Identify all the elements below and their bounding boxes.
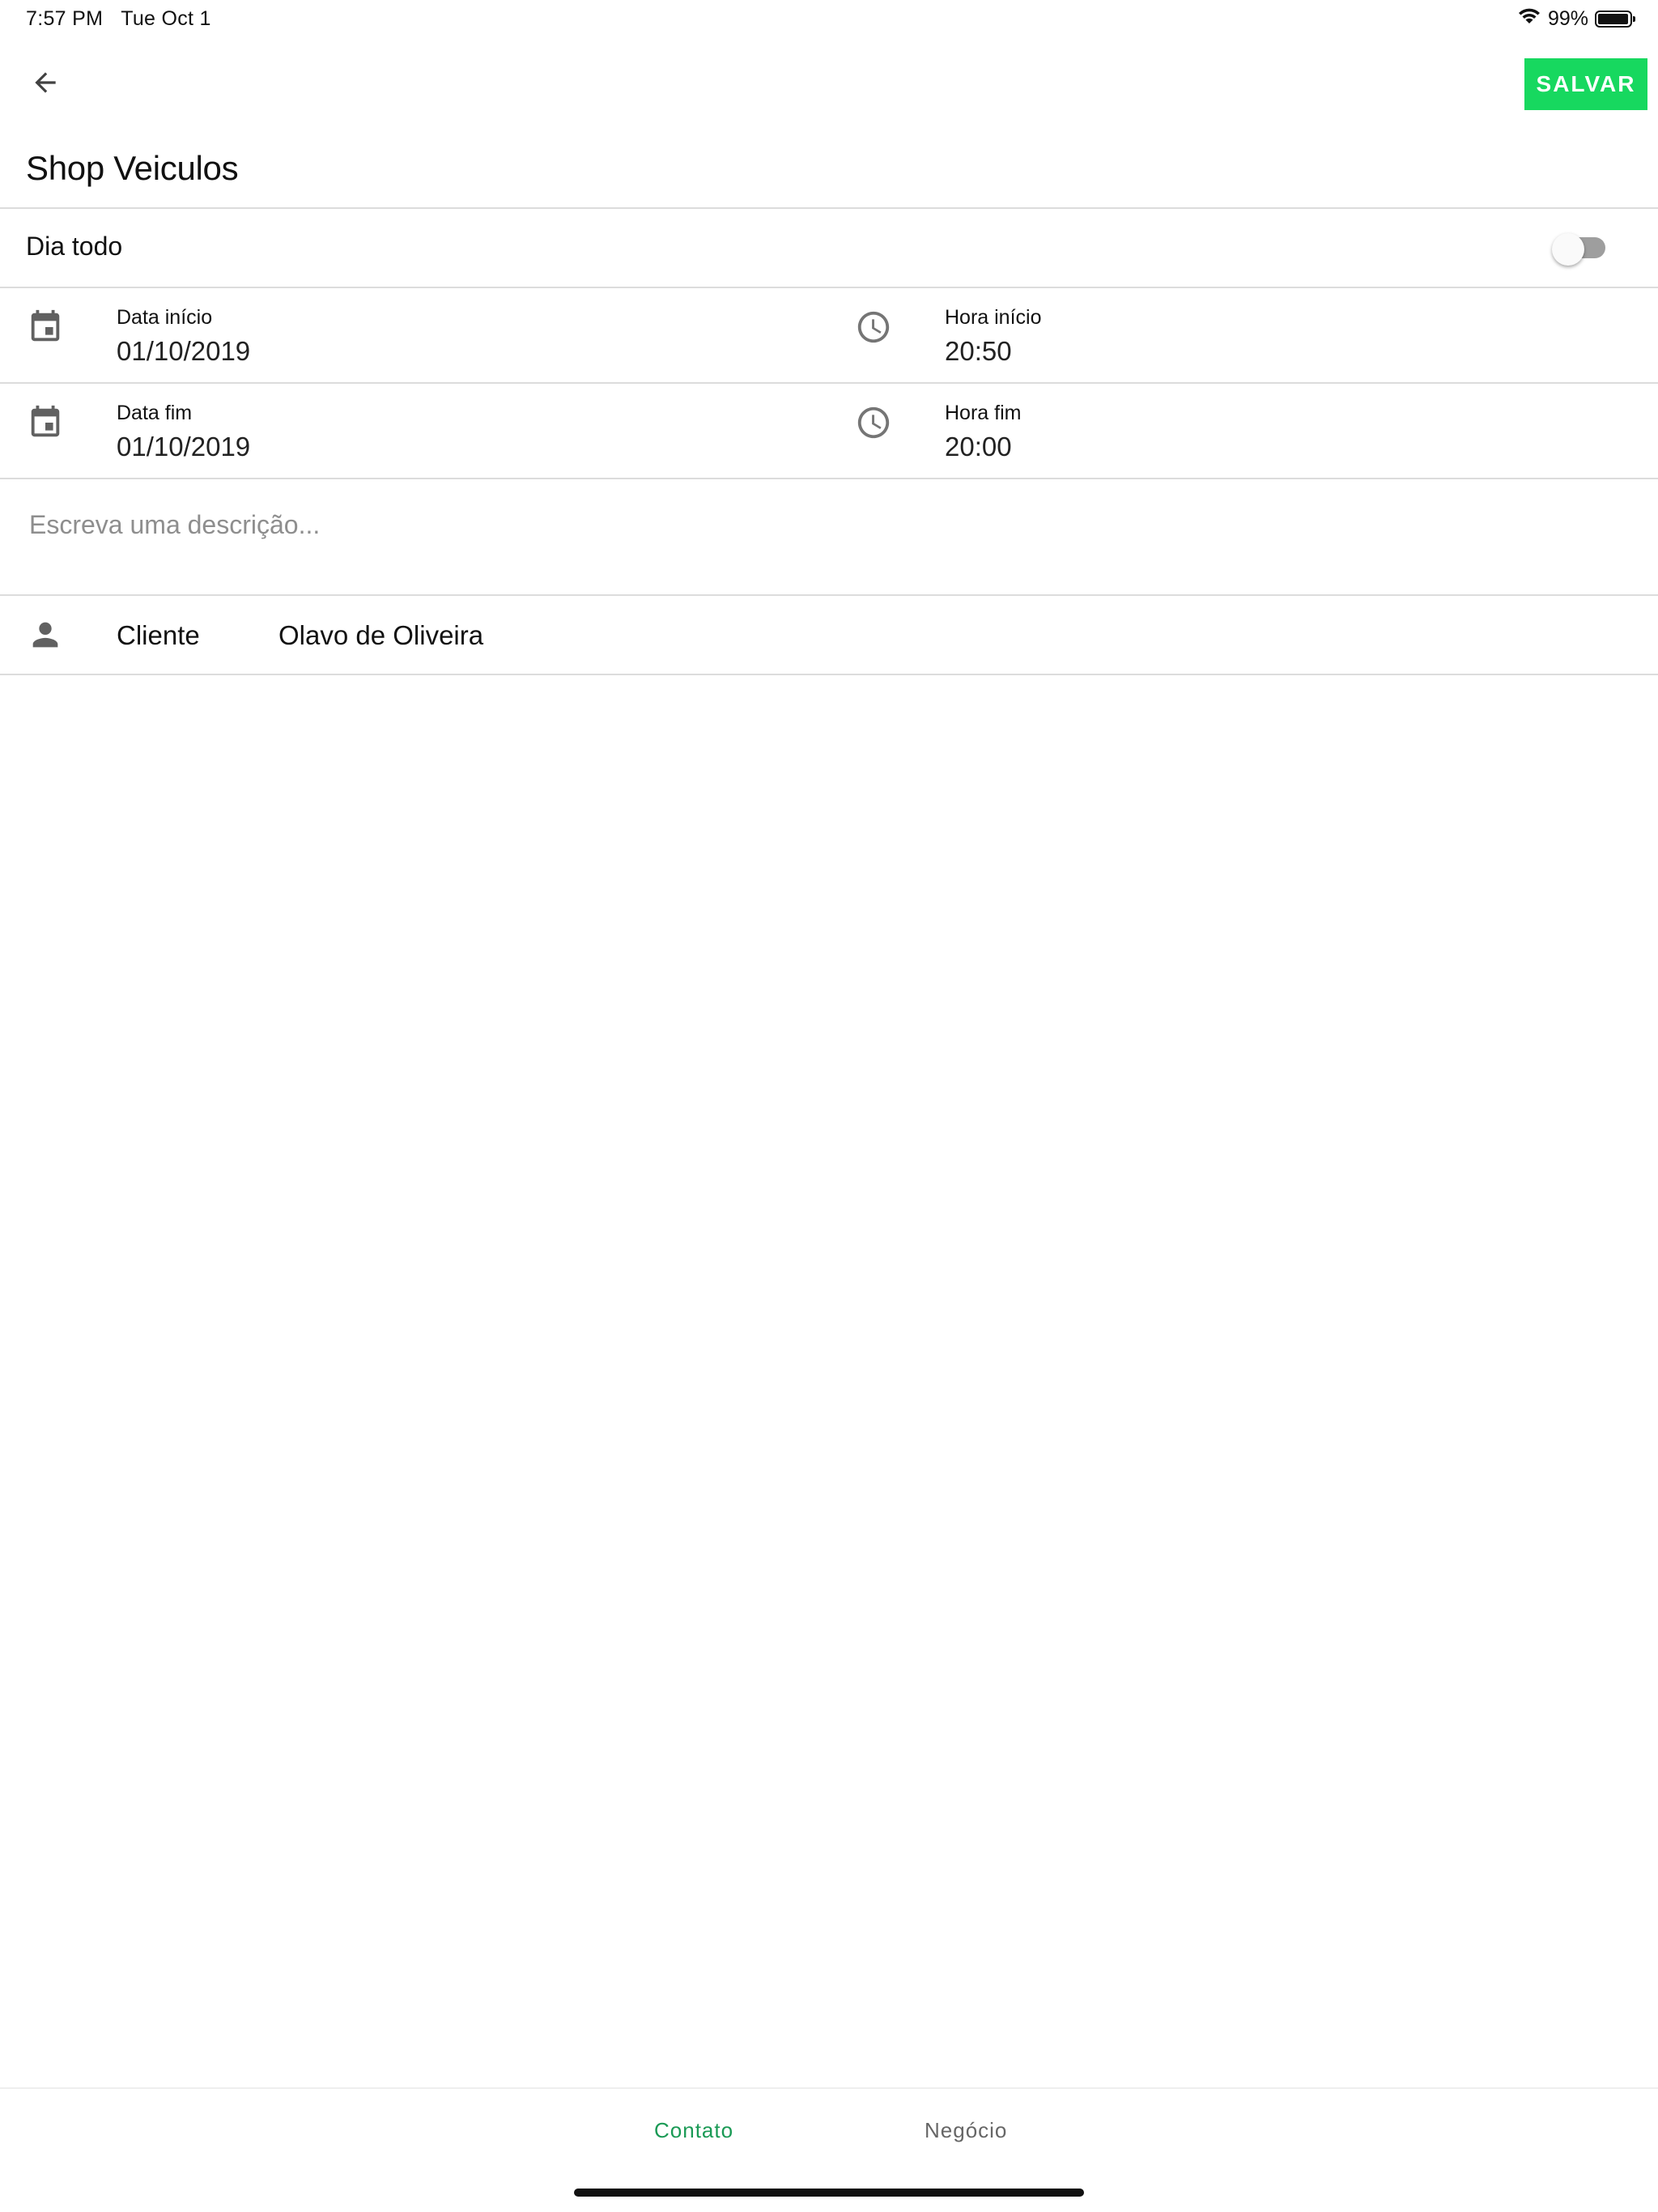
divider <box>0 674 1658 675</box>
divider <box>0 207 1658 209</box>
tab-contato[interactable]: Contato <box>654 2118 733 2143</box>
toggle-thumb <box>1552 233 1584 266</box>
end-time-field[interactable]: Hora fim 20:00 <box>945 400 1021 465</box>
start-time-value: 20:50 <box>945 336 1012 366</box>
battery-percent: 99% <box>1547 6 1588 30</box>
battery-icon <box>1595 10 1635 28</box>
calendar-icon <box>26 403 65 442</box>
start-date-label: Data início <box>117 306 213 329</box>
end-date-value: 01/10/2019 <box>117 432 251 462</box>
end-time-label: Hora fim <box>945 402 1022 424</box>
arrow-back-icon <box>30 67 61 102</box>
all-day-toggle[interactable] <box>1552 233 1612 266</box>
divider <box>0 382 1658 384</box>
divider <box>0 478 1658 479</box>
status-bar-left: 7:57 PM Tue Oct 1 <box>26 5 211 32</box>
tab-negocio[interactable]: Negócio <box>925 2118 1007 2143</box>
description-input[interactable] <box>29 504 1616 546</box>
all-day-label: Dia todo <box>26 232 123 261</box>
start-time-field[interactable]: Hora início 20:50 <box>945 304 1042 369</box>
divider <box>0 287 1658 288</box>
start-time-label: Hora início <box>945 306 1042 329</box>
status-bar-right: 99% <box>1517 5 1635 32</box>
tab-bar-divider <box>0 2087 1658 2089</box>
end-time-value: 20:00 <box>945 432 1012 462</box>
status-time: 7:57 PM <box>26 7 104 30</box>
end-date-label: Data fim <box>117 402 193 424</box>
start-date-value: 01/10/2019 <box>117 336 251 366</box>
clock-icon <box>854 403 893 442</box>
save-button[interactable]: SALVAR <box>1524 58 1647 110</box>
client-label: Cliente <box>117 620 200 650</box>
client-value[interactable]: Olavo de Oliveira <box>278 618 483 653</box>
person-icon <box>26 615 65 654</box>
start-date-field[interactable]: Data início 01/10/2019 <box>117 304 250 369</box>
back-button[interactable] <box>19 57 71 112</box>
status-date: Tue Oct 1 <box>121 7 211 30</box>
home-indicator <box>574 2189 1084 2197</box>
end-date-field[interactable]: Data fim 01/10/2019 <box>117 400 250 465</box>
calendar-icon <box>26 308 65 347</box>
clock-icon <box>854 308 893 347</box>
divider <box>0 594 1658 596</box>
event-title-field[interactable]: Shop Veiculos <box>26 139 239 198</box>
wifi-icon <box>1517 7 1541 31</box>
